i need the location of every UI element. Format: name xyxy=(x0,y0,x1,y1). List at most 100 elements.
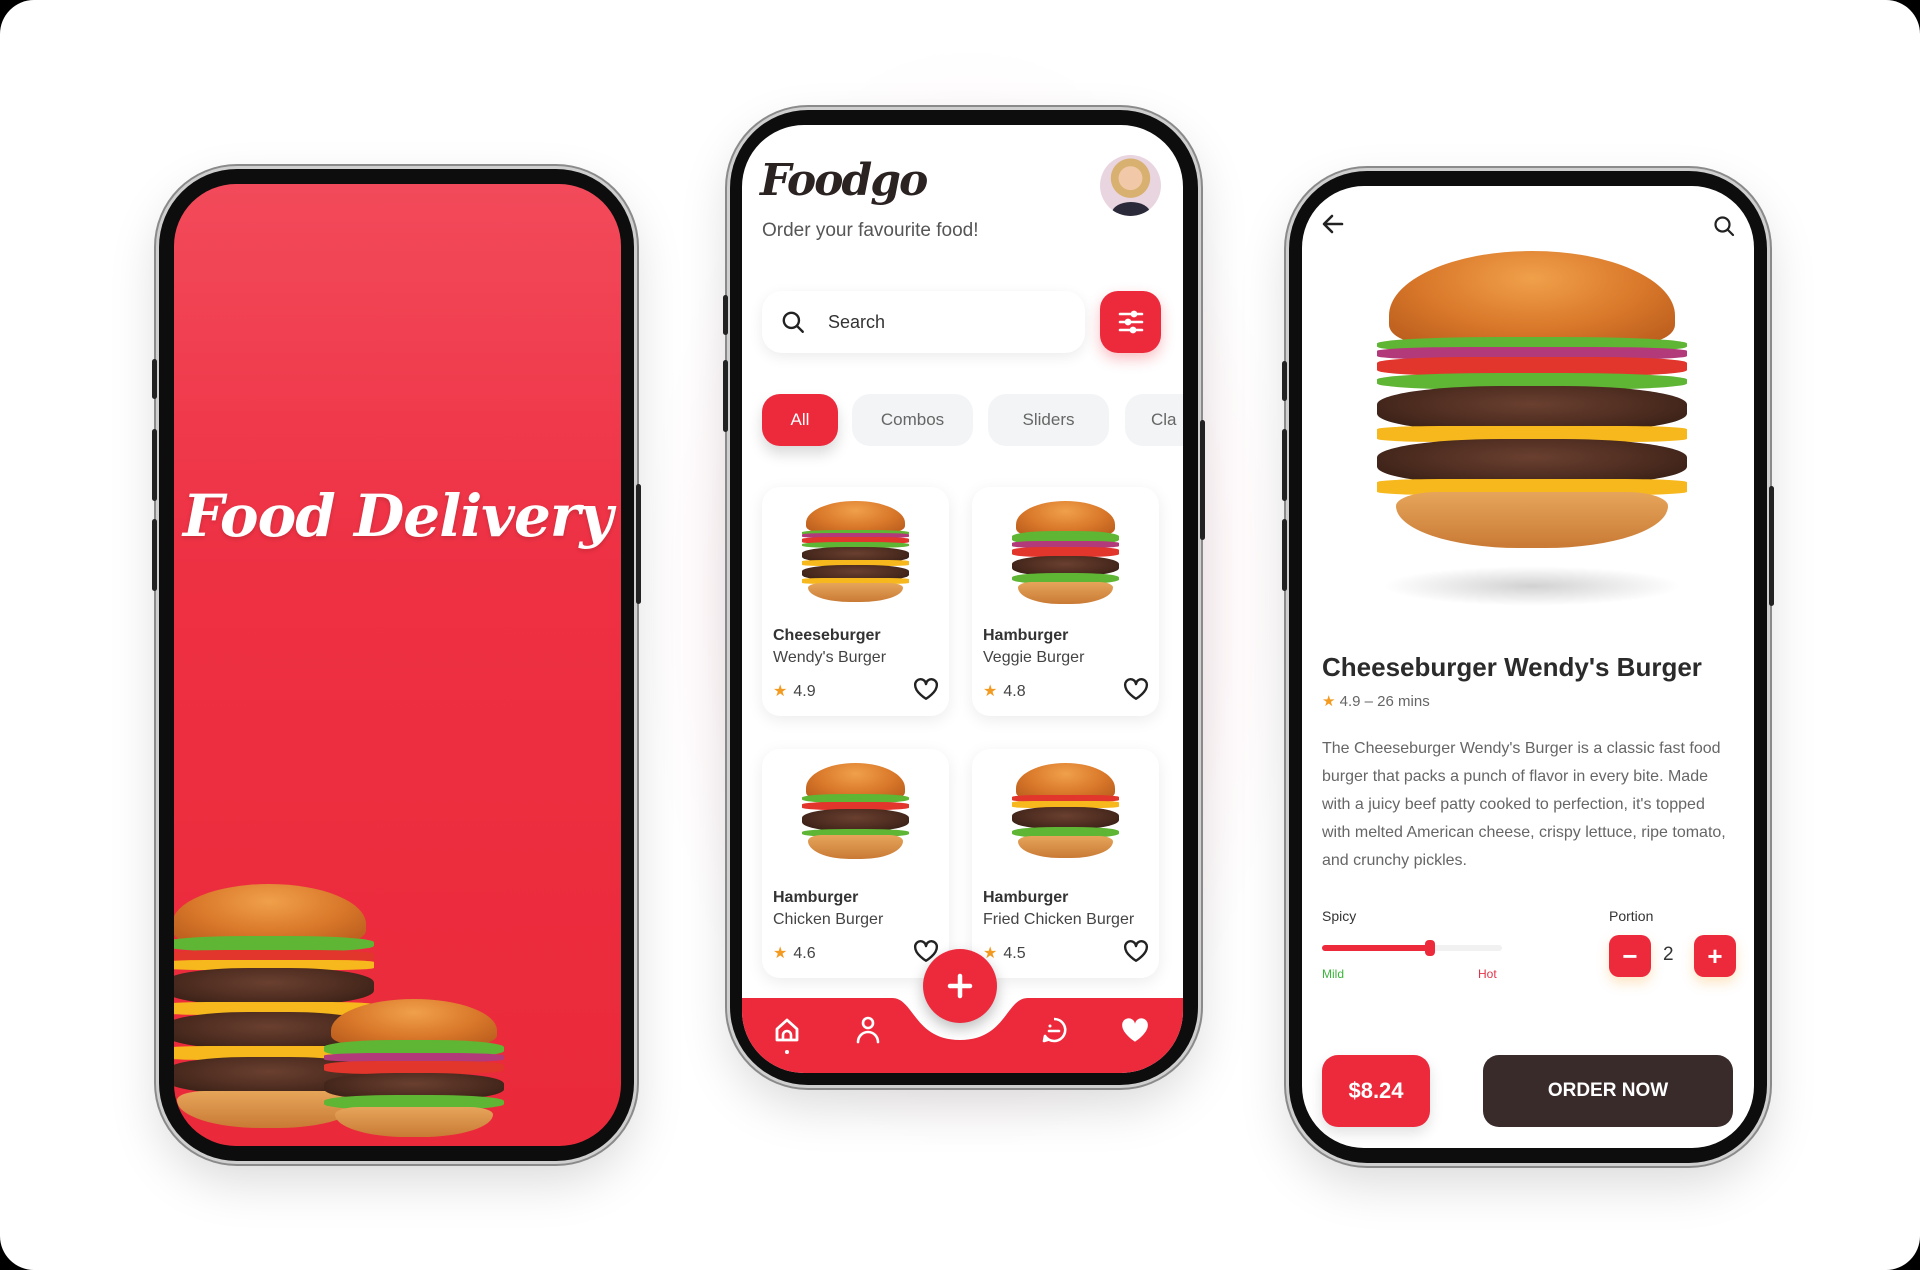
rating-value: 4.5 xyxy=(1003,945,1026,962)
patty-layer xyxy=(802,808,909,832)
food-card[interactable]: Hamburger Fried Chicken Burger ★ 4.5 xyxy=(972,749,1159,978)
chip-combos[interactable]: Combos xyxy=(852,394,973,446)
food-name: Hamburger xyxy=(983,889,1069,906)
slider-thumb[interactable] xyxy=(1425,940,1435,956)
patty-layer xyxy=(1012,806,1119,830)
side-button xyxy=(1769,486,1774,606)
bun-top-layer xyxy=(1016,501,1115,535)
side-button xyxy=(1282,519,1287,591)
food-image xyxy=(1012,763,1119,875)
hot-label: Hot xyxy=(1478,967,1497,981)
bun-top-layer xyxy=(1016,763,1115,799)
portion-count: 2 xyxy=(1663,944,1674,965)
spicy-label: Spicy xyxy=(1322,908,1357,924)
burger-hero-image xyxy=(1377,251,1687,581)
favorite-heart-icon[interactable] xyxy=(913,677,939,701)
nav-profile[interactable] xyxy=(854,1015,882,1050)
side-button xyxy=(152,359,157,399)
bun-top-layer xyxy=(174,884,366,942)
bun-bottom-layer xyxy=(1018,835,1113,859)
spicy-slider[interactable] xyxy=(1322,940,1502,956)
food-image xyxy=(802,501,909,613)
back-button[interactable] xyxy=(1322,214,1344,239)
bun-top-layer xyxy=(331,999,497,1044)
active-dot xyxy=(785,1050,789,1054)
food-image xyxy=(802,763,909,875)
phone-home: Foodgo Order your favourite food! Search… xyxy=(723,110,1205,1085)
product-description: The Cheeseburger Wendy's Burger is a cla… xyxy=(1322,740,1726,869)
side-button xyxy=(152,429,157,501)
bun-bottom-layer xyxy=(334,1107,494,1137)
food-name: Hamburger xyxy=(773,889,859,906)
product-title: Cheeseburger Wendy's Burger xyxy=(1322,652,1702,682)
prep-time: – 26 mins xyxy=(1364,693,1430,710)
food-rating: ★ 4.5 xyxy=(983,943,1026,963)
chip-all[interactable]: All xyxy=(762,394,838,446)
rating-value: 4.9 xyxy=(793,683,816,700)
star-icon: ★ xyxy=(983,683,998,700)
phone-detail: Cheeseburger Wendy's Burger ★ 4.9 – 26 m… xyxy=(1282,171,1774,1163)
food-subtitle: Fried Chicken Burger xyxy=(983,911,1135,928)
food-rating: ★ 4.8 xyxy=(983,681,1026,701)
bun-bottom-layer xyxy=(1018,581,1113,605)
portion-label: Portion xyxy=(1609,908,1654,924)
rating-value: 4.8 xyxy=(1003,683,1026,700)
order-now-button[interactable]: ORDER NOW xyxy=(1483,1055,1733,1127)
food-card[interactable]: Hamburger Chicken Burger ★ 4.6 xyxy=(762,749,949,978)
detail-screen: Cheeseburger Wendy's Burger ★ 4.9 – 26 m… xyxy=(1302,186,1754,1148)
search-button[interactable] xyxy=(1712,214,1736,243)
side-button xyxy=(723,360,728,432)
profile-icon xyxy=(856,1016,880,1044)
nav-favorites[interactable] xyxy=(1121,1017,1149,1048)
food-name: Cheeseburger xyxy=(773,627,881,644)
side-button xyxy=(723,295,728,335)
food-image xyxy=(1012,501,1119,613)
nav-home[interactable] xyxy=(772,1015,802,1055)
rating-value: 4.6 xyxy=(793,945,816,962)
canvas: Food Delivery Foodgo Order your favourit… xyxy=(0,0,1920,1270)
side-button xyxy=(636,484,641,604)
product-meta: ★ 4.9 – 26 mins xyxy=(1322,692,1430,710)
bun-bottom-layer xyxy=(808,834,903,860)
favorite-heart-icon[interactable] xyxy=(1123,939,1149,963)
phone-splash: Food Delivery xyxy=(152,169,641,1161)
bun-bottom-layer xyxy=(1395,491,1669,548)
food-name: Hamburger xyxy=(983,627,1069,644)
food-card[interactable]: Hamburger Veggie Burger ★ 4.8 xyxy=(972,487,1159,716)
chip-sliders[interactable]: Sliders xyxy=(988,394,1109,446)
food-subtitle: Veggie Burger xyxy=(983,649,1085,666)
star-icon: ★ xyxy=(773,945,788,962)
food-card[interactable]: Cheeseburger Wendy's Burger ★ 4.9 xyxy=(762,487,949,716)
nav-chat[interactable] xyxy=(1040,1016,1068,1049)
tagline: Order your favourite food! xyxy=(762,220,979,241)
bun-top-layer xyxy=(806,501,905,533)
arrow-left-icon xyxy=(1322,214,1344,234)
search-placeholder: Search xyxy=(828,311,886,332)
burger-image xyxy=(324,999,504,1146)
home-screen: Foodgo Order your favourite food! Search… xyxy=(742,125,1183,1073)
add-button[interactable] xyxy=(923,949,997,1023)
filter-button[interactable] xyxy=(1100,291,1161,353)
side-button xyxy=(1282,361,1287,401)
food-subtitle: Wendy's Burger xyxy=(773,649,887,666)
home-icon xyxy=(775,1018,799,1042)
food-rating: ★ 4.6 xyxy=(773,943,816,963)
rating: 4.9 xyxy=(1339,693,1361,710)
decrease-button[interactable]: − xyxy=(1609,935,1651,977)
avatar[interactable] xyxy=(1100,155,1161,216)
search-icon xyxy=(782,311,804,333)
side-button xyxy=(1200,420,1205,540)
heart-icon xyxy=(1122,1018,1148,1042)
side-button xyxy=(152,519,157,591)
brand-logo: Foodgo xyxy=(760,155,928,206)
price-badge: $8.24 xyxy=(1322,1055,1430,1127)
search-input[interactable]: Search xyxy=(762,291,1085,353)
splash-title: Food Delivery xyxy=(182,482,613,550)
favorite-heart-icon[interactable] xyxy=(1123,677,1149,701)
star-icon: ★ xyxy=(773,683,788,700)
chip-classic[interactable]: Cla xyxy=(1125,394,1183,446)
chat-icon xyxy=(1042,1017,1067,1043)
side-button xyxy=(1282,429,1287,501)
increase-button[interactable]: + xyxy=(1694,935,1736,977)
search-icon xyxy=(1714,216,1735,237)
